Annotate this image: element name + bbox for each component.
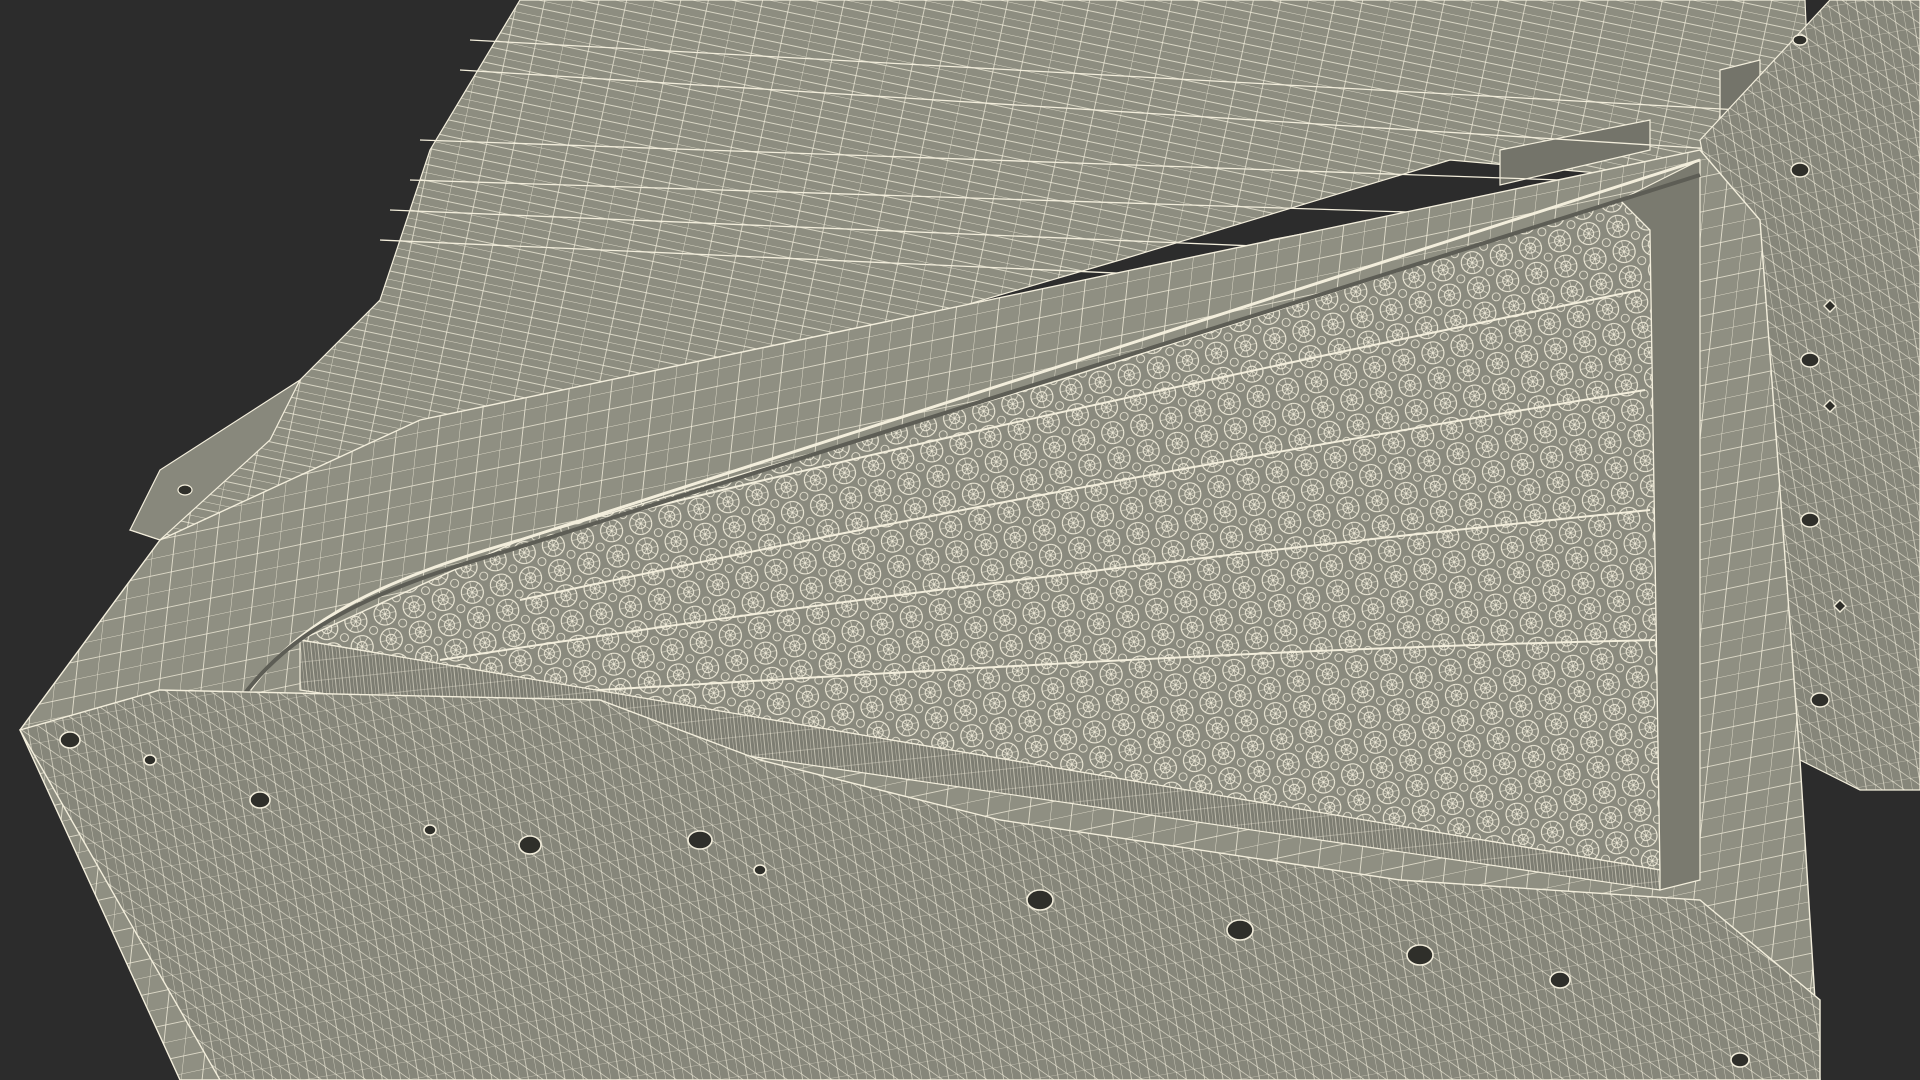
render-viewport [0, 0, 1920, 1080]
wireframe-render-scene [18, 0, 1920, 1080]
